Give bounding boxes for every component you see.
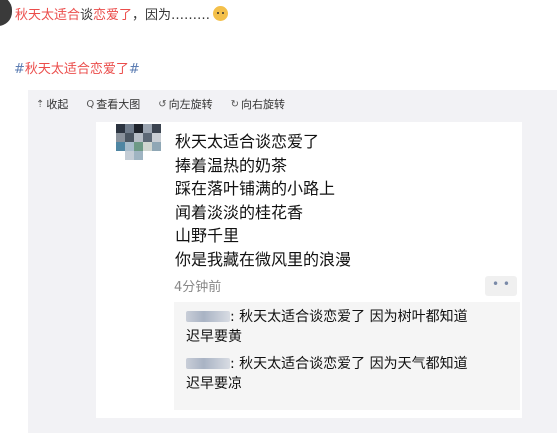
screenshot-image[interactable]: 秋天太适合谈恋爱了 捧着温热的奶茶 踩在落叶铺满的小路上 闻着淡淡的桂花香 山野… <box>96 122 522 418</box>
post-text-part1: 秋天太适合 <box>15 8 81 23</box>
media-panel: ⇡ 收起 Q 查看大图 ↺ 向左旋转 ↻ 向右旋转 秋天太适合谈恋爱了 捧着温热… <box>28 90 557 433</box>
post-text-part2: 谈 <box>80 8 94 23</box>
rotate-right-icon: ↻ <box>230 98 240 110</box>
collapse-label: 收起 <box>46 98 69 111</box>
hashtag-open: # <box>14 62 25 77</box>
rotate-right-button[interactable]: ↻ 向右旋转 <box>231 94 285 114</box>
comment-item: : 秋天太适合谈恋爱了 因为树叶都知道 迟早要黄 <box>186 307 518 347</box>
collapse-icon: ⇡ <box>36 98 45 110</box>
poem-line: 捧着温热的奶茶 <box>175 155 288 175</box>
poem-text: 秋天太适合谈恋爱了 捧着温热的奶茶 踩在落叶铺满的小路上 闻着淡淡的桂花香 山野… <box>175 130 351 271</box>
view-large-button[interactable]: Q 查看大图 <box>86 94 140 114</box>
collapse-button[interactable]: ⇡ 收起 <box>36 94 68 114</box>
blurred-avatar <box>116 124 170 164</box>
poem-line: 山野千里 <box>175 226 240 245</box>
dog-face-icon <box>213 6 229 21</box>
hashtag-text: 秋天太适合恋爱了 <box>24 62 129 77</box>
hashtag-close: # <box>128 62 140 77</box>
rotate-left-icon: ↺ <box>158 98 167 110</box>
blurred-username <box>186 358 230 369</box>
comment-list: : 秋天太适合谈恋爱了 因为树叶都知道 迟早要黄 : 秋天太适合谈恋爱了 因为天… <box>174 302 520 410</box>
timestamp: 4分钟前 <box>174 280 222 295</box>
comment-text-cont: 迟早要凉 <box>186 376 242 392</box>
rotate-left-button[interactable]: ↺ 向左旋转 <box>158 94 212 114</box>
hashtag-link[interactable]: #秋天太适合恋爱了# <box>14 58 140 77</box>
post-text-part3: 恋爱了 <box>93 8 133 23</box>
blurred-username <box>186 311 230 322</box>
more-options-button[interactable]: • • <box>485 276 517 296</box>
image-toolbar: ⇡ 收起 Q 查看大图 ↺ 向左旋转 ↻ 向右旋转 <box>36 94 303 114</box>
magnify-icon: Q <box>86 98 95 110</box>
post-text: 秋天太适合谈恋爱了，因为……… <box>15 6 229 26</box>
comment-text-cont: 迟早要黄 <box>186 329 242 345</box>
poem-line: 你是我藏在微风里的浪漫 <box>175 249 352 269</box>
rotate-right-label: 向右旋转 <box>241 98 286 111</box>
comment-text: : 秋天太适合谈恋爱了 因为树叶都知道 <box>230 309 468 325</box>
view-large-label: 查看大图 <box>96 98 141 111</box>
avatar[interactable] <box>0 0 12 26</box>
poem-line: 秋天太适合谈恋爱了 <box>175 132 320 151</box>
comment-text: : 秋天太适合谈恋爱了 因为天气都知道 <box>230 356 468 372</box>
comment-item: : 秋天太适合谈恋爱了 因为天气都知道 迟早要凉 <box>186 354 518 394</box>
poem-line: 闻着淡淡的桂花香 <box>175 202 304 222</box>
poem-line: 踩在落叶铺满的小路上 <box>175 179 336 198</box>
post-text-part4: ，因为……… <box>132 8 211 23</box>
rotate-left-label: 向左旋转 <box>168 98 213 111</box>
